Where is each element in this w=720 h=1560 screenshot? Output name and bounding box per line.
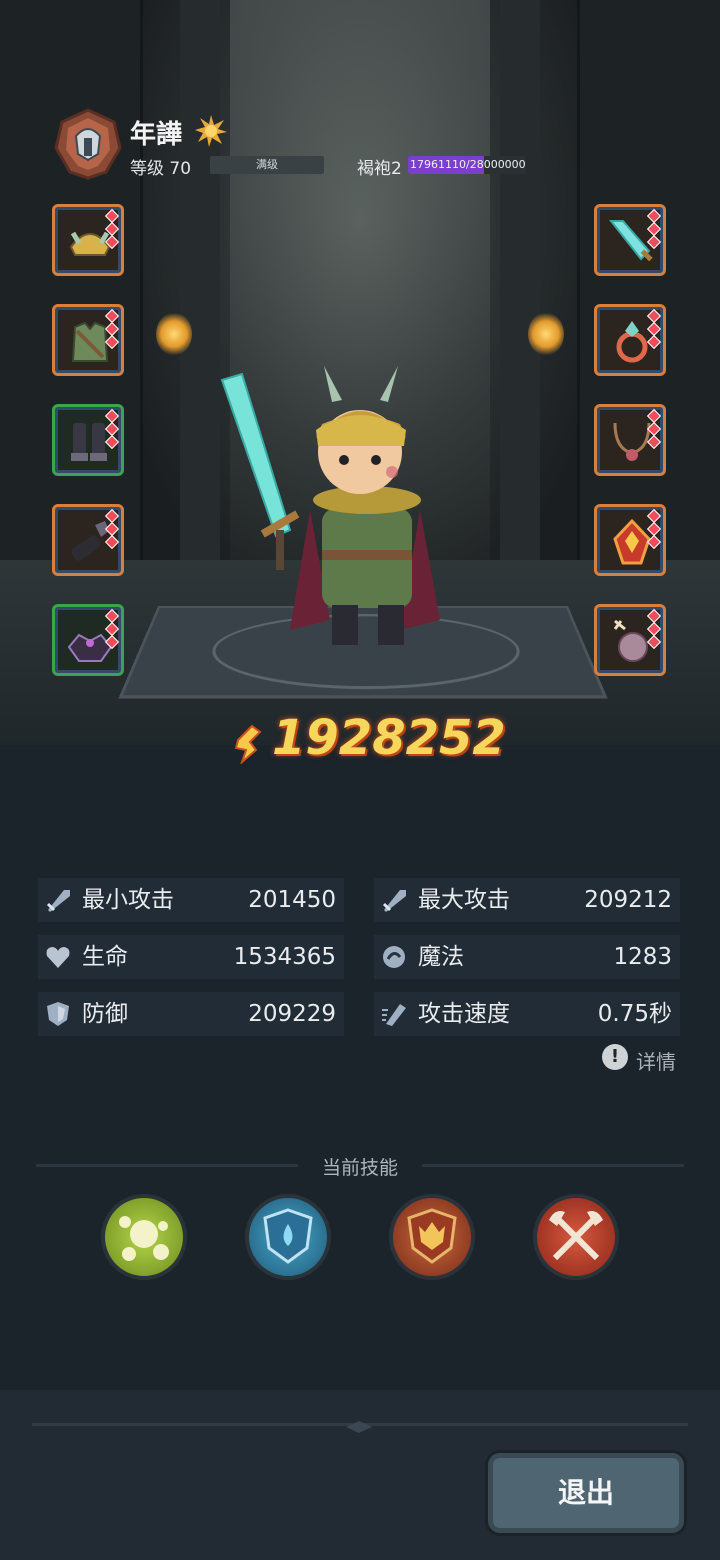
exit-button[interactable]: 退出 — [488, 1453, 684, 1533]
robe-progress-bar: 17961110/28000000 — [408, 156, 526, 174]
stat-value: 209212 — [584, 887, 672, 913]
stat-label: 防御 — [82, 1001, 128, 1027]
stat-label: 最大攻击 — [418, 887, 510, 913]
magic-icon — [383, 946, 405, 968]
skill-water-shield[interactable] — [245, 1194, 331, 1280]
stat-min-attack: 最小攻击 201450 — [38, 878, 344, 922]
divider — [36, 1164, 298, 1167]
divider — [422, 1164, 684, 1167]
hero-character — [220, 366, 440, 645]
skill-crossed-axes[interactable] — [533, 1194, 619, 1280]
equip-slot-talisman[interactable] — [594, 504, 666, 576]
level-status: 满级 — [256, 158, 278, 171]
skills-title: 当前技能 — [321, 1157, 398, 1179]
power-fist-icon — [234, 724, 262, 764]
pillar — [180, 0, 220, 600]
crossed-axes-icon — [549, 1211, 603, 1261]
equip-slot-shoulders[interactable] — [52, 604, 124, 676]
equip-slot-ring[interactable] — [594, 304, 666, 376]
stat-label: 生命 — [82, 944, 128, 970]
right-wall — [577, 0, 720, 560]
equip-slot-pendant[interactable] — [594, 604, 666, 676]
water-shield-icon — [263, 1208, 313, 1264]
wall-lamp-icon — [528, 312, 564, 356]
stat-hp: 生命 1534365 — [38, 935, 344, 979]
info-icon: ! — [602, 1044, 628, 1070]
stat-label: 最小攻击 — [82, 887, 174, 913]
equip-slot-boots[interactable] — [52, 404, 124, 476]
level-bar: 满级 — [210, 156, 324, 174]
speed-icon — [382, 1004, 406, 1026]
wall-lamp-icon — [156, 312, 192, 356]
stat-value: 201450 — [248, 887, 336, 913]
sword-attack-icon — [46, 890, 70, 912]
details-label: 详情 — [636, 1050, 676, 1074]
combat-power: 1928252 — [230, 710, 506, 770]
sun-icon — [195, 115, 227, 147]
bubbles-icon — [119, 1216, 169, 1261]
level-label: 等级 70 — [130, 159, 192, 179]
class-emblem-icon — [54, 108, 122, 180]
stat-value: 1283 — [613, 944, 672, 970]
divider-ornament-icon — [346, 1418, 372, 1433]
fire-shield-icon — [407, 1208, 457, 1264]
exit-button-label: 退出 — [557, 1476, 614, 1509]
stat-mp: 魔法 1283 — [374, 935, 680, 979]
skill-bubbles[interactable] — [101, 1194, 187, 1280]
stat-label: 魔法 — [418, 944, 464, 970]
equip-slot-gloves[interactable] — [52, 504, 124, 576]
pillar — [500, 0, 540, 600]
stat-attack-speed: 攻击速度 0.75秒 — [374, 992, 680, 1036]
left-wall — [0, 0, 143, 560]
stat-label: 攻击速度 — [418, 1001, 510, 1027]
equip-slot-necklace[interactable] — [594, 404, 666, 476]
skill-fire-shield[interactable] — [389, 1194, 475, 1280]
stat-value: 209229 — [248, 1001, 336, 1027]
stat-max-attack: 最大攻击 209212 — [374, 878, 680, 922]
robe-progress-text: 17961110/28000000 — [410, 158, 526, 171]
equip-slot-helmet[interactable] — [52, 204, 124, 276]
shield-icon — [47, 1002, 69, 1026]
stat-defense: 防御 209229 — [38, 992, 344, 1036]
robe-label: 褐袍2 — [357, 159, 402, 179]
stat-value: 0.75秒 — [597, 1001, 672, 1027]
equip-slot-sword[interactable] — [594, 204, 666, 276]
stat-value: 1534365 — [233, 944, 336, 970]
combat-power-value: 1928252 — [272, 710, 506, 766]
hero-name: 年譁 — [130, 120, 183, 150]
heart-icon — [46, 947, 70, 968]
equip-slot-armor[interactable] — [52, 304, 124, 376]
sword-attack-icon — [382, 890, 406, 912]
